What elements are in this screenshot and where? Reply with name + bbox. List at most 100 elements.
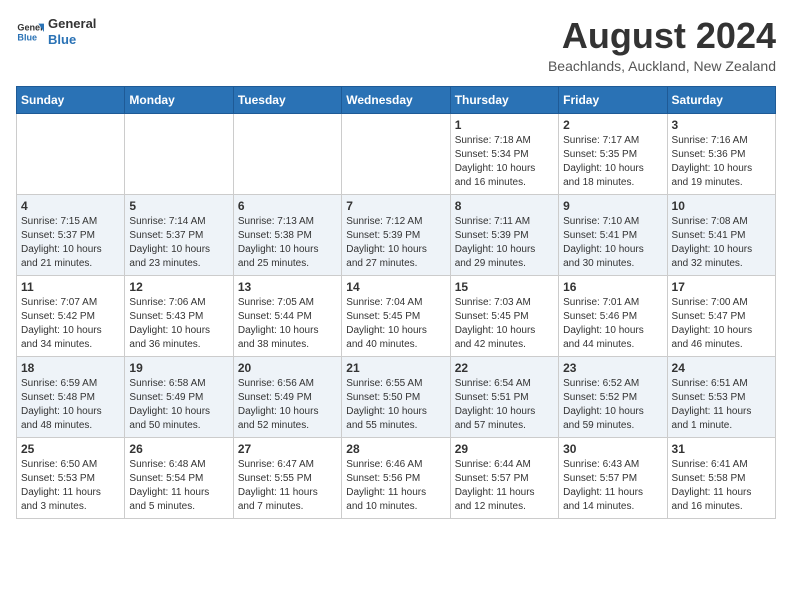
day-number: 2	[563, 118, 662, 132]
day-info: Sunrise: 6:50 AM Sunset: 5:53 PM Dayligh…	[21, 458, 120, 514]
day-number: 7	[346, 199, 445, 213]
day-info: Sunrise: 7:07 AM Sunset: 5:42 PM Dayligh…	[21, 296, 120, 352]
calendar-cell: 11 Sunrise: 7:07 AM Sunset: 5:42 PM Dayli…	[17, 275, 125, 356]
day-info: Sunrise: 7:04 AM Sunset: 5:45 PM Dayligh…	[346, 296, 445, 352]
day-number: 21	[346, 361, 445, 375]
weekday-header-monday: Monday	[125, 86, 233, 113]
day-info: Sunrise: 7:17 AM Sunset: 5:35 PM Dayligh…	[563, 134, 662, 190]
calendar-cell: 19Sunrise: 6:58 AM Sunset: 5:49 PM Dayli…	[125, 356, 233, 437]
day-number: 29	[455, 442, 554, 456]
calendar-cell: 28 Sunrise: 6:46 AM Sunset: 5:56 PM Dayli…	[342, 437, 450, 518]
calendar-cell	[17, 113, 125, 194]
day-number: 31	[672, 442, 771, 456]
calendar-cell: 14 Sunrise: 7:04 AM Sunset: 5:45 PM Dayli…	[342, 275, 450, 356]
day-number: 14	[346, 280, 445, 294]
location-subtitle: Beachlands, Auckland, New Zealand	[548, 58, 776, 74]
weekday-header-thursday: Thursday	[450, 86, 558, 113]
calendar-cell: 12 Sunrise: 7:06 AM Sunset: 5:43 PM Dayli…	[125, 275, 233, 356]
day-number: 1	[455, 118, 554, 132]
day-info: Sunrise: 6:46 AM Sunset: 5:56 PM Dayligh…	[346, 458, 445, 514]
day-info: Sunrise: 7:18 AM Sunset: 5:34 PM Dayligh…	[455, 134, 554, 190]
logo-blue-text: Blue	[48, 32, 96, 48]
weekday-header-friday: Friday	[559, 86, 667, 113]
calendar-cell: 26 Sunrise: 6:48 AM Sunset: 5:54 PM Dayli…	[125, 437, 233, 518]
day-number: 12	[129, 280, 228, 294]
day-number: 24	[672, 361, 771, 375]
day-number: 22	[455, 361, 554, 375]
day-info: Sunrise: 7:12 AM Sunset: 5:39 PM Dayligh…	[346, 215, 445, 271]
calendar-cell: 27 Sunrise: 6:47 AM Sunset: 5:55 PM Dayli…	[233, 437, 341, 518]
day-number: 28	[346, 442, 445, 456]
month-year-title: August 2024	[548, 16, 776, 56]
calendar-cell: 24 Sunrise: 6:51 AM Sunset: 5:53 PM Dayli…	[667, 356, 775, 437]
calendar-cell: 6 Sunrise: 7:13 AM Sunset: 5:38 PM Daylig…	[233, 194, 341, 275]
day-number: 8	[455, 199, 554, 213]
calendar-cell: 3Sunrise: 7:16 AM Sunset: 5:36 PM Daylig…	[667, 113, 775, 194]
day-info: Sunrise: 7:06 AM Sunset: 5:43 PM Dayligh…	[129, 296, 228, 352]
weekday-header-saturday: Saturday	[667, 86, 775, 113]
calendar-cell: 9 Sunrise: 7:10 AM Sunset: 5:41 PM Daylig…	[559, 194, 667, 275]
day-number: 6	[238, 199, 337, 213]
calendar-cell: 25 Sunrise: 6:50 AM Sunset: 5:53 PM Dayli…	[17, 437, 125, 518]
logo-general-text: General	[48, 16, 96, 32]
weekday-header-tuesday: Tuesday	[233, 86, 341, 113]
day-number: 5	[129, 199, 228, 213]
day-info: Sunrise: 7:03 AM Sunset: 5:45 PM Dayligh…	[455, 296, 554, 352]
day-info: Sunrise: 7:01 AM Sunset: 5:46 PM Dayligh…	[563, 296, 662, 352]
day-number: 9	[563, 199, 662, 213]
calendar-cell: 4 Sunrise: 7:15 AM Sunset: 5:37 PM Daylig…	[17, 194, 125, 275]
calendar-cell: 21 Sunrise: 6:55 AM Sunset: 5:50 PM Dayli…	[342, 356, 450, 437]
day-number: 18	[21, 361, 120, 375]
day-number: 15	[455, 280, 554, 294]
day-number: 23	[563, 361, 662, 375]
day-number: 17	[672, 280, 771, 294]
calendar-cell: 5 Sunrise: 7:14 AM Sunset: 5:37 PM Daylig…	[125, 194, 233, 275]
day-info: Sunrise: 6:44 AM Sunset: 5:57 PM Dayligh…	[455, 458, 554, 514]
day-info: Sunrise: 7:14 AM Sunset: 5:37 PM Dayligh…	[129, 215, 228, 271]
day-info: Sunrise: 7:11 AM Sunset: 5:39 PM Dayligh…	[455, 215, 554, 271]
calendar-cell: 2 Sunrise: 7:17 AM Sunset: 5:35 PM Daylig…	[559, 113, 667, 194]
logo: General Blue General Blue	[16, 16, 96, 47]
title-section: August 2024 Beachlands, Auckland, New Ze…	[548, 16, 776, 74]
day-info: Sunrise: 6:48 AM Sunset: 5:54 PM Dayligh…	[129, 458, 228, 514]
day-number: 13	[238, 280, 337, 294]
day-info: Sunrise: 6:47 AM Sunset: 5:55 PM Dayligh…	[238, 458, 337, 514]
day-number: 30	[563, 442, 662, 456]
day-info: Sunrise: 6:51 AM Sunset: 5:53 PM Dayligh…	[672, 377, 771, 433]
svg-text:Blue: Blue	[17, 32, 37, 42]
calendar-cell: 16Sunrise: 7:01 AM Sunset: 5:46 PM Dayli…	[559, 275, 667, 356]
day-info: Sunrise: 6:54 AM Sunset: 5:51 PM Dayligh…	[455, 377, 554, 433]
day-number: 10	[672, 199, 771, 213]
day-number: 26	[129, 442, 228, 456]
day-info: Sunrise: 7:15 AM Sunset: 5:37 PM Dayligh…	[21, 215, 120, 271]
calendar-cell: 18 Sunrise: 6:59 AM Sunset: 5:48 PM Dayli…	[17, 356, 125, 437]
day-info: Sunrise: 7:05 AM Sunset: 5:44 PM Dayligh…	[238, 296, 337, 352]
calendar-cell: 31Sunrise: 6:41 AM Sunset: 5:58 PM Dayli…	[667, 437, 775, 518]
calendar-cell: 20Sunrise: 6:56 AM Sunset: 5:49 PM Dayli…	[233, 356, 341, 437]
day-number: 27	[238, 442, 337, 456]
calendar-cell: 29 Sunrise: 6:44 AM Sunset: 5:57 PM Dayli…	[450, 437, 558, 518]
day-info: Sunrise: 6:52 AM Sunset: 5:52 PM Dayligh…	[563, 377, 662, 433]
day-info: Sunrise: 7:13 AM Sunset: 5:38 PM Dayligh…	[238, 215, 337, 271]
weekday-header-sunday: Sunday	[17, 86, 125, 113]
calendar-cell: 15 Sunrise: 7:03 AM Sunset: 5:45 PM Dayli…	[450, 275, 558, 356]
calendar-cell: 30 Sunrise: 6:43 AM Sunset: 5:57 PM Dayli…	[559, 437, 667, 518]
day-info: Sunrise: 6:55 AM Sunset: 5:50 PM Dayligh…	[346, 377, 445, 433]
calendar-cell	[233, 113, 341, 194]
day-number: 11	[21, 280, 120, 294]
weekday-header-wednesday: Wednesday	[342, 86, 450, 113]
day-number: 25	[21, 442, 120, 456]
calendar-cell: 22 Sunrise: 6:54 AM Sunset: 5:51 PM Dayli…	[450, 356, 558, 437]
logo-icon: General Blue	[16, 18, 44, 46]
day-number: 19	[129, 361, 228, 375]
calendar-cell: 17Sunrise: 7:00 AM Sunset: 5:47 PM Dayli…	[667, 275, 775, 356]
day-info: Sunrise: 7:10 AM Sunset: 5:41 PM Dayligh…	[563, 215, 662, 271]
day-number: 4	[21, 199, 120, 213]
calendar-cell: 13 Sunrise: 7:05 AM Sunset: 5:44 PM Dayli…	[233, 275, 341, 356]
day-info: Sunrise: 6:59 AM Sunset: 5:48 PM Dayligh…	[21, 377, 120, 433]
day-number: 20	[238, 361, 337, 375]
day-info: Sunrise: 6:43 AM Sunset: 5:57 PM Dayligh…	[563, 458, 662, 514]
calendar-cell: 7 Sunrise: 7:12 AM Sunset: 5:39 PM Daylig…	[342, 194, 450, 275]
calendar-cell: 10Sunrise: 7:08 AM Sunset: 5:41 PM Dayli…	[667, 194, 775, 275]
calendar-cell: 8 Sunrise: 7:11 AM Sunset: 5:39 PM Daylig…	[450, 194, 558, 275]
